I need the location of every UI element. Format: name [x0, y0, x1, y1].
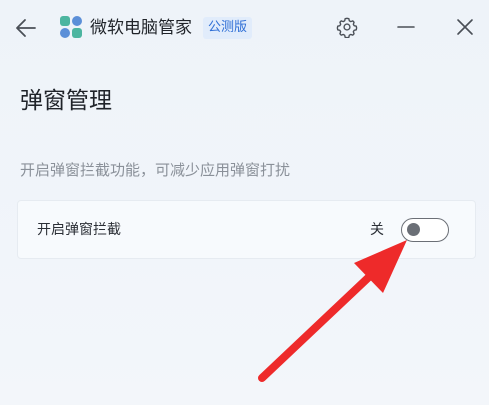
title-bar: 微软电脑管家 公测版 — [0, 0, 489, 56]
minimize-icon — [397, 26, 415, 28]
settings-button[interactable] — [334, 14, 360, 40]
page-title: 弹窗管理 — [20, 88, 112, 114]
back-button[interactable] — [12, 14, 40, 42]
back-arrow-icon — [16, 19, 36, 37]
popup-block-toggle[interactable] — [401, 218, 449, 242]
page-description: 开启弹窗拦截功能，可减少应用弹窗打扰 — [20, 161, 291, 179]
app-name: 微软电脑管家 — [90, 18, 192, 38]
toggle-state-label: 关 — [370, 222, 384, 238]
app-logo-icon — [60, 16, 82, 38]
app-window: 微软电脑管家 公测版 弹窗管理 开启弹窗拦截功能，可减少应用弹窗打扰 开启弹窗拦… — [0, 0, 489, 405]
popup-block-setting-row: 开启弹窗拦截 关 — [17, 200, 476, 259]
minimize-button[interactable] — [393, 14, 419, 40]
close-icon — [457, 19, 473, 35]
beta-badge: 公测版 — [203, 17, 253, 39]
setting-label: 开启弹窗拦截 — [37, 222, 121, 238]
gear-icon — [336, 17, 358, 38]
close-button[interactable] — [452, 14, 478, 40]
toggle-knob — [407, 223, 420, 236]
